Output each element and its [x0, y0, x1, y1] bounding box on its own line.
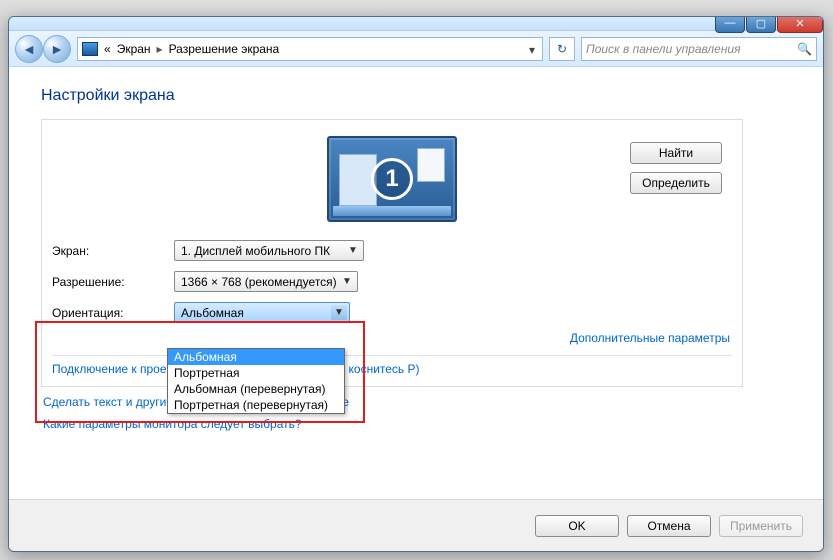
- monitor-taskbar-icon: [333, 206, 451, 216]
- window-maximize-button[interactable]: ▢: [746, 16, 776, 33]
- breadcrumb-prefix: «: [104, 42, 111, 56]
- resolution-label: Разрешение:: [52, 275, 174, 289]
- breadcrumb-sep-icon: ▸: [157, 42, 163, 56]
- resolution-select-value: 1366 × 768 (рекомендуется): [181, 275, 337, 289]
- display-select[interactable]: 1. Дисплей мобильного ПК ▼: [174, 240, 364, 261]
- dropdown-arrow-icon: ▼: [345, 243, 361, 258]
- footer: OK Отмена Применить: [9, 499, 823, 551]
- monitor-preview[interactable]: 1: [327, 136, 457, 222]
- page-title: Настройки экрана: [41, 87, 783, 105]
- content-area: Настройки экрана 1 Найти Определить Экра…: [9, 67, 823, 499]
- orientation-select-value: Альбомная: [181, 306, 244, 320]
- dropdown-arrow-icon: ▼: [331, 305, 347, 320]
- display-label: Экран:: [52, 244, 174, 258]
- address-dropdown-icon[interactable]: ▾: [524, 41, 540, 59]
- nav-back-button[interactable]: ◄: [15, 35, 43, 63]
- search-icon[interactable]: 🔍: [797, 42, 812, 56]
- advanced-params-link[interactable]: Дополнительные параметры: [570, 331, 730, 345]
- orientation-label: Ориентация:: [52, 306, 174, 320]
- display-select-value: 1. Дисплей мобильного ПК: [181, 244, 330, 258]
- identify-button[interactable]: Определить: [630, 172, 722, 194]
- breadcrumb-seg2[interactable]: Разрешение экрана: [169, 42, 280, 56]
- projector-link-prefix[interactable]: Подключение к проек: [52, 362, 172, 376]
- orientation-dropdown: Альбомная Портретная Альбомная (переверн…: [167, 348, 345, 414]
- control-panel-icon: [82, 42, 98, 56]
- display-config-block: 1 Найти Определить Экран: 1. Дисплей моб…: [41, 119, 743, 387]
- dropdown-arrow-icon: ▼: [339, 274, 355, 289]
- cancel-button[interactable]: Отмена: [627, 515, 711, 537]
- which-params-link[interactable]: Какие параметры монитора следует выбрать…: [43, 417, 302, 431]
- titlebar: — ▢ ✕: [9, 17, 823, 31]
- navbar: ◄ ► « Экран ▸ Разрешение экрана ▾ ↻ Поис…: [9, 31, 823, 67]
- search-input[interactable]: Поиск в панели управления 🔍: [581, 37, 817, 61]
- search-placeholder: Поиск в панели управления: [586, 42, 741, 56]
- breadcrumb-seg1[interactable]: Экран: [117, 42, 151, 56]
- window-minimize-button[interactable]: —: [715, 16, 745, 33]
- monitor-window-icon: [417, 148, 445, 182]
- resolution-select[interactable]: 1366 × 768 (рекомендуется) ▼: [174, 271, 358, 292]
- orientation-select[interactable]: Альбомная ▼: [174, 302, 350, 323]
- monitor-number-badge: 1: [371, 158, 413, 200]
- projector-link-suffix[interactable]: и коснитесь P): [338, 362, 419, 376]
- nav-forward-button[interactable]: ►: [43, 35, 71, 63]
- monitor-preview-row: 1 Найти Определить: [52, 130, 732, 236]
- ok-button[interactable]: OK: [535, 515, 619, 537]
- window: — ▢ ✕ ◄ ► « Экран ▸ Разрешение экрана ▾ …: [8, 16, 824, 552]
- orientation-option[interactable]: Альбомная: [168, 349, 344, 365]
- divider: [52, 355, 732, 356]
- window-close-button[interactable]: ✕: [777, 16, 823, 33]
- orientation-option[interactable]: Альбомная (перевернутая): [168, 381, 344, 397]
- orientation-option[interactable]: Портретная: [168, 365, 344, 381]
- address-bar[interactable]: « Экран ▸ Разрешение экрана ▾: [77, 37, 543, 61]
- find-button[interactable]: Найти: [630, 142, 722, 164]
- apply-button[interactable]: Применить: [719, 515, 803, 537]
- orientation-option[interactable]: Портретная (перевернутая): [168, 397, 344, 413]
- refresh-button[interactable]: ↻: [549, 37, 575, 61]
